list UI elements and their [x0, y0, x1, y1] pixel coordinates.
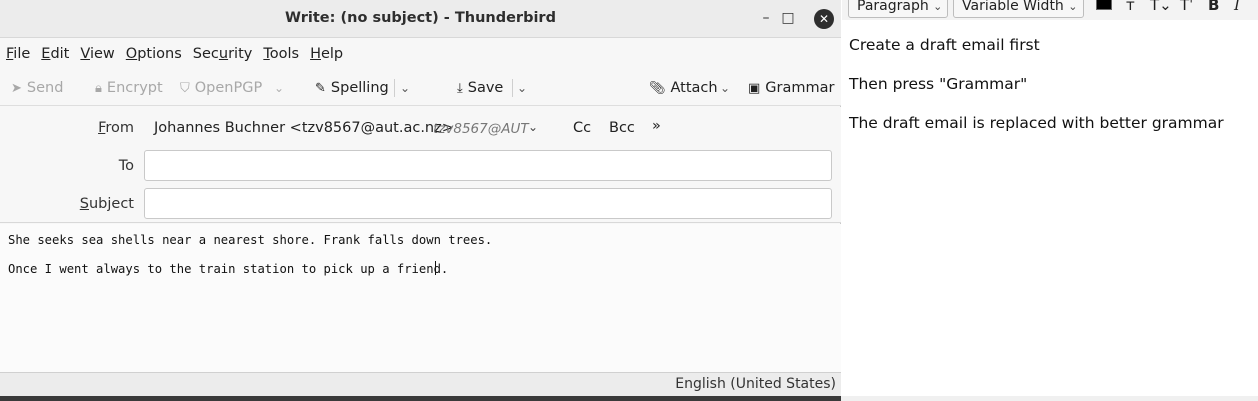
menu-tools[interactable]: Tools: [263, 46, 299, 62]
message-body[interactable]: She seeks sea shells near a nearest shor…: [0, 224, 841, 372]
body-line-2: Once I went always to the train station …: [8, 262, 449, 276]
text-color-swatch[interactable]: [1096, 0, 1112, 10]
editor-paragraph: Then press "Grammar": [849, 75, 1028, 93]
to-field[interactable]: [144, 150, 832, 181]
status-bar: English (United States): [0, 372, 841, 396]
menu-security-pre: Sec: [192, 46, 219, 62]
shield-icon: ⛉: [180, 80, 190, 96]
menu-view-label: iew: [89, 46, 115, 62]
book-icon: ▣: [748, 80, 761, 96]
save-button[interactable]: ⤓ Save: [457, 77, 503, 99]
attach-dropdown-icon[interactable]: ⌄: [720, 77, 730, 99]
editor-paragraph: The draft email is replaced with better …: [849, 114, 1224, 132]
font-family-value: Variable Width: [962, 0, 1064, 14]
paperclip-icon: 📎︎: [649, 80, 666, 96]
encrypt-label: Encrypt: [106, 80, 163, 96]
compose-toolbar: ➤ Send 🔒︎ Encrypt ⛉ OpenPGP ⌄ ✎ Spelling…: [0, 70, 841, 106]
spelling-dropdown-icon[interactable]: ⌄: [400, 77, 410, 99]
chevron-down-icon[interactable]: ⌄: [528, 120, 538, 134]
to-label: To: [118, 158, 134, 174]
menu-edit-label: dit: [50, 46, 70, 62]
menu-security-label: rity: [228, 46, 253, 62]
menu-options-accel: O: [125, 46, 138, 62]
toolbar-separator: [394, 79, 395, 97]
send-icon: ➤: [11, 80, 22, 96]
bold-icon[interactable]: B: [1208, 0, 1219, 14]
from-address[interactable]: Johannes Buchner <tzv8567@aut.ac.nz>: [154, 120, 454, 136]
menu-view-accel: V: [80, 46, 90, 62]
subject-field[interactable]: [144, 188, 832, 219]
spellcheck-language[interactable]: English (United States): [675, 376, 836, 392]
editor-paragraph: Create a draft email first: [849, 36, 1040, 54]
openpgp-dropdown-icon[interactable]: ⌄: [274, 77, 284, 99]
title-bar[interactable]: Write: (no subject) - Thunderbird – □ ✕: [0, 0, 841, 38]
menu-options[interactable]: Options: [126, 46, 182, 62]
paragraph-format-value: Paragraph: [857, 0, 929, 14]
paragraph-format-select[interactable]: Paragraph ⌄: [848, 0, 948, 18]
italic-icon[interactable]: I: [1234, 0, 1240, 14]
font-size-icon[interactable]: T⌄: [1150, 0, 1172, 14]
from-identity[interactable]: tzv8567@AUT: [433, 121, 529, 137]
chevron-down-icon: ⌄: [1068, 0, 1078, 13]
menu-bar: File Edit View Options Security Tools He…: [0, 38, 841, 70]
chevron-down-icon: ⌄: [933, 0, 943, 13]
spelling-label: Spelling: [330, 80, 389, 96]
bcc-button[interactable]: Bcc: [609, 120, 635, 136]
subject-label: Subject: [74, 196, 134, 212]
font-size-decrease-icon[interactable]: ᴛ: [1126, 0, 1135, 14]
from-label-text: rom: [105, 120, 134, 136]
menu-tools-label: ools: [269, 46, 300, 62]
menu-help-label: elp: [320, 46, 344, 62]
menu-security[interactable]: Security: [193, 46, 253, 62]
menu-options-label: ptions: [137, 46, 182, 62]
save-dropdown-icon[interactable]: ⌄: [517, 77, 527, 99]
send-label: Send: [26, 80, 64, 96]
subject-label-accel: S: [79, 196, 89, 212]
grammar-label: Grammar: [765, 80, 835, 96]
lock-icon: 🔒︎: [95, 80, 102, 96]
cc-button[interactable]: Cc: [573, 120, 591, 136]
menu-view[interactable]: View: [80, 46, 114, 62]
menu-help-accel: H: [310, 46, 321, 62]
toolbar-separator: [512, 79, 513, 97]
font-size-increase-icon[interactable]: Tˈ: [1180, 0, 1193, 14]
menu-file[interactable]: File: [6, 46, 30, 62]
openpgp-button[interactable]: ⛉ OpenPGP: [180, 77, 262, 99]
menu-security-accel: u: [218, 46, 229, 62]
openpgp-label: OpenPGP: [194, 80, 263, 96]
compose-headers: From Johannes Buchner <tzv8567@aut.ac.nz…: [0, 107, 841, 223]
window-title: Write: (no subject) - Thunderbird: [285, 10, 556, 26]
background-terminal-strip: [0, 396, 841, 401]
body-line-1: She seeks sea shells near a nearest shor…: [8, 233, 493, 247]
save-label: Save: [467, 80, 504, 96]
text-caret: [435, 261, 436, 275]
attach-button[interactable]: 📎︎ Attach: [649, 77, 718, 99]
maximize-button[interactable]: □: [778, 8, 798, 28]
attach-label: Attach: [670, 80, 718, 96]
font-family-select[interactable]: Variable Width ⌄: [953, 0, 1084, 18]
editor-toolbar: Paragraph ⌄ Variable Width ⌄ ᴛ T⌄ Tˈ B I: [842, 0, 1258, 20]
spelling-button[interactable]: ✎ Spelling: [315, 77, 389, 99]
menu-help[interactable]: Help: [310, 46, 343, 62]
menu-file-label: ile: [13, 46, 31, 62]
from-label: From: [74, 120, 134, 136]
more-recipients-icon[interactable]: »: [652, 118, 661, 134]
document-editor: Paragraph ⌄ Variable Width ⌄ ᴛ T⌄ Tˈ B I…: [842, 0, 1258, 396]
minimize-button[interactable]: –: [756, 8, 776, 28]
spelling-icon: ✎: [315, 80, 326, 96]
subject-label-text: ubject: [88, 196, 134, 212]
send-button[interactable]: ➤ Send: [11, 77, 63, 99]
background-strip: [841, 396, 1258, 401]
close-button[interactable]: ✕: [814, 9, 834, 29]
download-icon: ⤓: [457, 80, 463, 96]
encrypt-button[interactable]: 🔒︎ Encrypt: [95, 77, 163, 99]
menu-edit[interactable]: Edit: [41, 46, 69, 62]
grammar-button[interactable]: ▣ Grammar: [748, 77, 834, 99]
compose-window: Write: (no subject) - Thunderbird – □ ✕ …: [0, 0, 841, 396]
